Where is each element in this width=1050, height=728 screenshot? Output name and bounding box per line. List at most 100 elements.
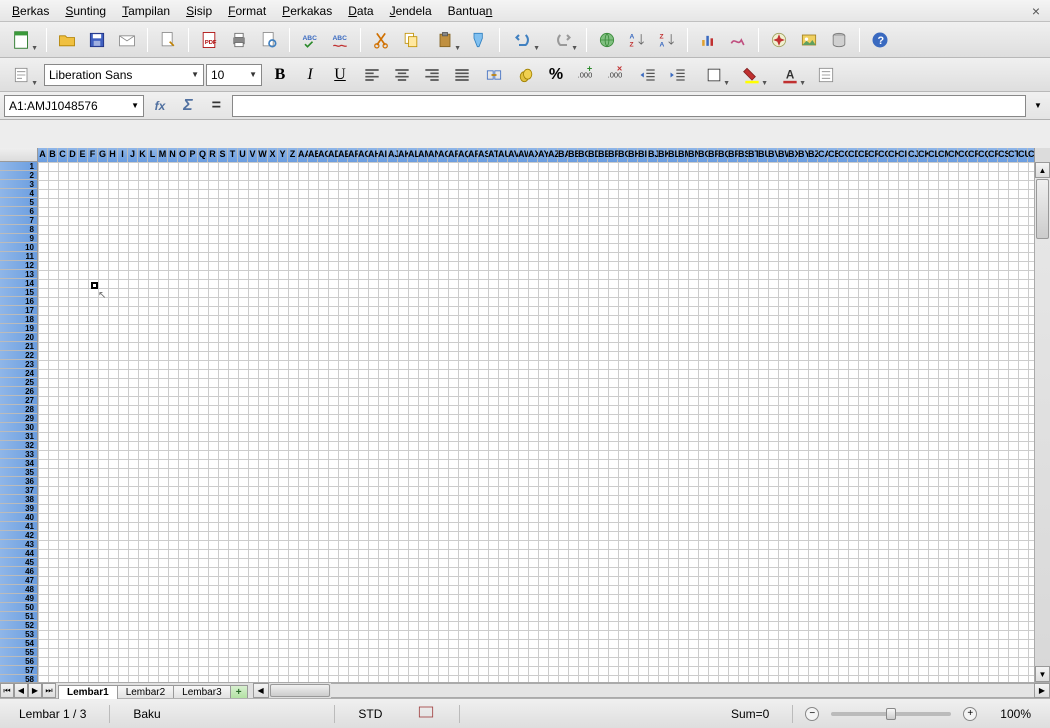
row-head-42[interactable]: 42: [0, 531, 37, 540]
col-head-BY[interactable]: BY: [798, 148, 808, 162]
col-head-BE[interactable]: BE: [598, 148, 608, 162]
navigator-button[interactable]: [765, 26, 793, 54]
col-head-X[interactable]: X: [268, 148, 278, 162]
font-size-combo[interactable]: 10▼: [206, 64, 262, 86]
email-button[interactable]: [113, 26, 141, 54]
styles-button[interactable]: ▼: [4, 61, 40, 89]
row-head-17[interactable]: 17: [0, 306, 37, 315]
sheet-tab-lembar3[interactable]: Lembar3: [173, 685, 230, 699]
col-head-F[interactable]: F: [88, 148, 98, 162]
sheet-tab-lembar2[interactable]: Lembar2: [117, 685, 174, 699]
row-head-33[interactable]: 33: [0, 450, 37, 459]
row-head-57[interactable]: 57: [0, 666, 37, 675]
col-head-BN[interactable]: BN: [688, 148, 698, 162]
row-head-30[interactable]: 30: [0, 423, 37, 432]
col-head-BF[interactable]: BF: [608, 148, 618, 162]
row-head-20[interactable]: 20: [0, 333, 37, 342]
row-head-48[interactable]: 48: [0, 585, 37, 594]
align-justify-button[interactable]: [448, 61, 476, 89]
row-head-47[interactable]: 47: [0, 576, 37, 585]
row-head-54[interactable]: 54: [0, 639, 37, 648]
col-head-A[interactable]: A: [38, 148, 48, 162]
col-head-AX[interactable]: AX: [528, 148, 538, 162]
cut-button[interactable]: [367, 26, 395, 54]
row-head-32[interactable]: 32: [0, 441, 37, 450]
col-head-AW[interactable]: AW: [518, 148, 528, 162]
col-head-W[interactable]: W: [258, 148, 268, 162]
col-head-CI[interactable]: CI: [898, 148, 908, 162]
help-button[interactable]: ?: [866, 26, 894, 54]
col-head-CK[interactable]: CK: [918, 148, 928, 162]
spellcheck-button[interactable]: ABC: [296, 26, 324, 54]
row-head-49[interactable]: 49: [0, 594, 37, 603]
row-head-12[interactable]: 12: [0, 261, 37, 270]
tab-last-button[interactable]: ⏭: [42, 683, 56, 698]
row-head-35[interactable]: 35: [0, 468, 37, 477]
col-head-AE[interactable]: AE: [338, 148, 348, 162]
close-document-icon[interactable]: ×: [1026, 3, 1046, 19]
column-headers[interactable]: ABCDEFGHIJKLMNOPQRSTUVWXYZAAABACADAEAFAG…: [38, 148, 1034, 162]
col-head-AY[interactable]: AY: [538, 148, 548, 162]
col-head-H[interactable]: H: [108, 148, 118, 162]
col-head-AH[interactable]: AH: [368, 148, 378, 162]
col-head-CR[interactable]: CR: [988, 148, 998, 162]
copy-button[interactable]: [397, 26, 425, 54]
row-head-38[interactable]: 38: [0, 495, 37, 504]
col-head-AM[interactable]: AM: [418, 148, 428, 162]
row-head-46[interactable]: 46: [0, 567, 37, 576]
col-head-AS[interactable]: AS: [478, 148, 488, 162]
paste-button[interactable]: ▼: [427, 26, 463, 54]
menu-format[interactable]: Format: [220, 2, 274, 20]
status-sum[interactable]: Sum=0: [720, 704, 780, 724]
increase-indent-button[interactable]: [664, 61, 692, 89]
col-head-AP[interactable]: AP: [448, 148, 458, 162]
status-signature-icon[interactable]: [405, 699, 447, 728]
col-head-V[interactable]: V: [248, 148, 258, 162]
col-head-CF[interactable]: CF: [868, 148, 878, 162]
zoom-slider-knob[interactable]: [886, 708, 896, 720]
col-head-AI[interactable]: AI: [378, 148, 388, 162]
menu-tampilan[interactable]: Tampilan: [114, 2, 178, 20]
col-head-BZ[interactable]: BZ: [808, 148, 818, 162]
row-head-21[interactable]: 21: [0, 342, 37, 351]
col-head-BJ[interactable]: BJ: [648, 148, 658, 162]
col-head-G[interactable]: G: [98, 148, 108, 162]
scroll-left-button[interactable]: ◀: [253, 683, 269, 698]
col-head-P[interactable]: P: [188, 148, 198, 162]
col-head-BP[interactable]: BP: [708, 148, 718, 162]
row-head-22[interactable]: 22: [0, 351, 37, 360]
sheet-tab-lembar1[interactable]: Lembar1: [58, 685, 118, 699]
function-equals-button[interactable]: =: [204, 95, 228, 117]
col-head-L[interactable]: L: [148, 148, 158, 162]
col-head-BL[interactable]: BL: [668, 148, 678, 162]
row-head-56[interactable]: 56: [0, 657, 37, 666]
col-head-BK[interactable]: BK: [658, 148, 668, 162]
decrease-indent-button[interactable]: [634, 61, 662, 89]
row-head-16[interactable]: 16: [0, 297, 37, 306]
row-head-51[interactable]: 51: [0, 612, 37, 621]
merge-cells-button[interactable]: [480, 61, 508, 89]
row-head-39[interactable]: 39: [0, 504, 37, 513]
col-head-D[interactable]: D: [68, 148, 78, 162]
row-head-25[interactable]: 25: [0, 378, 37, 387]
open-button[interactable]: [53, 26, 81, 54]
scroll-up-button[interactable]: ▲: [1035, 162, 1050, 178]
col-head-BV[interactable]: BV: [768, 148, 778, 162]
align-left-button[interactable]: [358, 61, 386, 89]
function-wizard-chart-button[interactable]: [724, 26, 752, 54]
row-head-45[interactable]: 45: [0, 558, 37, 567]
insert-chart-button[interactable]: [694, 26, 722, 54]
row-head-43[interactable]: 43: [0, 540, 37, 549]
bold-button[interactable]: B: [266, 61, 294, 89]
align-right-button[interactable]: [418, 61, 446, 89]
sum-button[interactable]: Σ: [176, 95, 200, 117]
align-center-button[interactable]: [388, 61, 416, 89]
export-pdf-button[interactable]: PDF: [195, 26, 223, 54]
col-head-BW[interactable]: BW: [778, 148, 788, 162]
col-head-I[interactable]: I: [118, 148, 128, 162]
col-head-AK[interactable]: AK: [398, 148, 408, 162]
menu-bantuan[interactable]: Bantuan: [440, 2, 501, 20]
col-head-AT[interactable]: AT: [488, 148, 498, 162]
col-head-AA[interactable]: AA: [298, 148, 308, 162]
col-head-CB[interactable]: CB: [828, 148, 838, 162]
